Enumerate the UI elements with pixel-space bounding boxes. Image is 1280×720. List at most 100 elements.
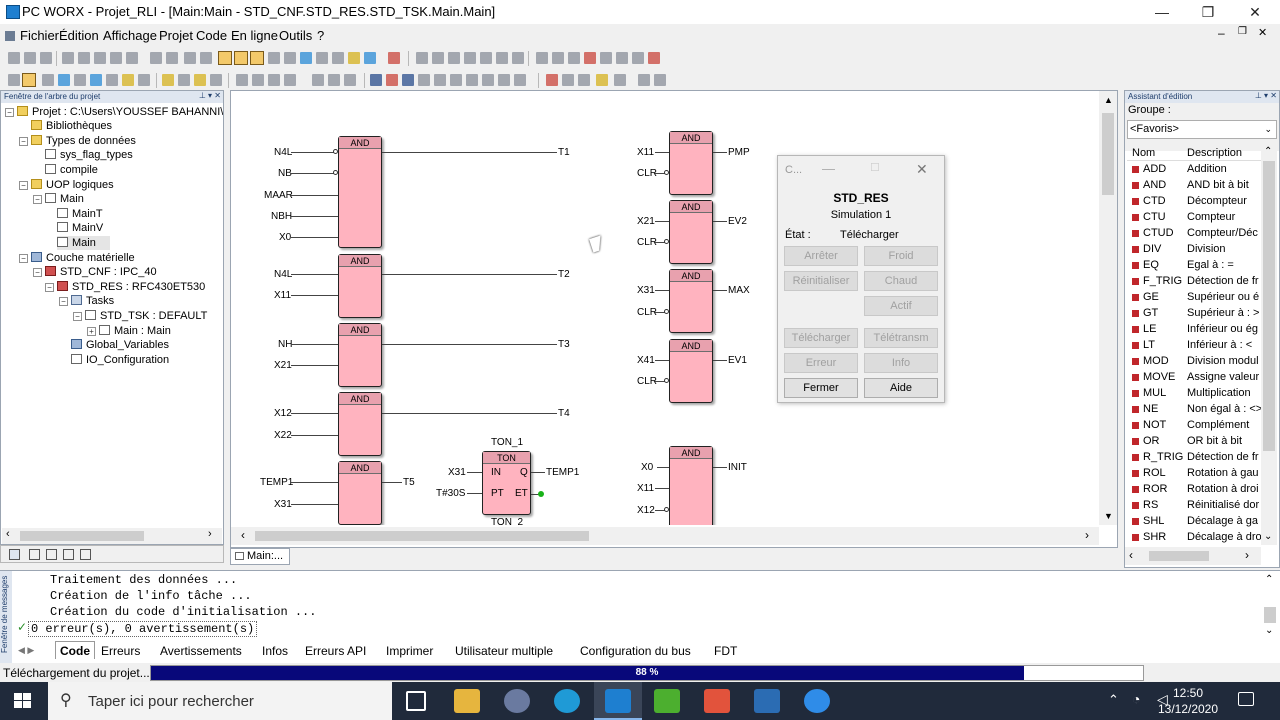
tree-item-libraries[interactable]: Bibliothèques <box>31 119 112 133</box>
tree-tab-icon[interactable] <box>9 549 20 560</box>
menu-help[interactable]: ? <box>317 28 324 43</box>
scroll-right-icon[interactable]: › <box>1085 528 1089 542</box>
taskbar-search-box[interactable]: ⚲ Taper ici pour rechercher <box>48 682 392 720</box>
layout-toggle-icon[interactable] <box>234 51 248 65</box>
tab-nav-icon[interactable]: ◀ ▶ <box>18 645 34 656</box>
list-item[interactable]: NE Non égal à : <> <box>1127 401 1263 417</box>
list-item[interactable]: SHL Décalage à ga <box>1127 513 1263 529</box>
task-view-icon[interactable] <box>406 691 426 711</box>
list-item[interactable]: MOVE Assigne valeur <box>1127 369 1263 385</box>
panel-pin-icon[interactable]: ⊥ ▾ ✕ <box>199 91 221 100</box>
tab-infos[interactable]: Infos <box>262 642 288 660</box>
scroll-right-icon[interactable]: › <box>1245 548 1249 562</box>
tree-horizontal-scrollbar[interactable]: ‹ › <box>2 528 222 544</box>
tab-bus-config[interactable]: Configuration du bus <box>580 642 691 660</box>
scroll-up-icon[interactable]: ⌃ <box>1265 574 1273 585</box>
active-button[interactable]: Actif <box>864 296 938 316</box>
library-horizontal-scrollbar[interactable]: ‹ › <box>1125 547 1261 565</box>
tree-tab-icon[interactable] <box>80 549 91 560</box>
tree-item-io-configuration[interactable]: IO_Configuration <box>71 353 169 367</box>
tree-item-datatypes[interactable]: − Types de données <box>19 134 136 148</box>
tab-plc-errors[interactable]: Erreurs API <box>305 642 366 660</box>
editor-tab[interactable]: Main:... <box>230 548 290 565</box>
dialog-maximize-icon[interactable]: ☐ <box>870 161 880 174</box>
mdi-restore-icon[interactable]: ❐ <box>1238 26 1247 37</box>
library-vertical-scrollbar[interactable]: ⌃ ⌄ <box>1261 145 1277 545</box>
scroll-thumb[interactable] <box>1149 551 1209 561</box>
scroll-right-icon[interactable]: › <box>208 528 212 540</box>
tree-item-maint[interactable]: MainT <box>57 207 103 221</box>
scroll-thumb[interactable] <box>1102 113 1114 195</box>
list-item[interactable]: SHR Décalage à dro <box>1127 529 1263 545</box>
list-item[interactable]: GE Supérieur ou é <box>1127 289 1263 305</box>
tree-item-compile[interactable]: compile <box>45 163 98 177</box>
list-item[interactable]: DIV Division <box>1127 241 1263 257</box>
scroll-left-icon[interactable]: ‹ <box>1129 548 1133 562</box>
document-icon[interactable] <box>5 31 15 41</box>
chevron-up-icon[interactable]: ⌃ <box>1108 692 1119 708</box>
tree-item-pou[interactable]: − UOP logiques <box>19 178 114 192</box>
dialog-minimize-icon[interactable]: — <box>822 161 835 176</box>
recorder-icon[interactable] <box>704 689 730 713</box>
list-item[interactable]: F_TRIG Détection de fr <box>1127 273 1263 289</box>
list-item[interactable]: ROR Rotation à droi <box>1127 481 1263 497</box>
error-button[interactable]: Erreur <box>784 353 858 373</box>
tab-fdt[interactable]: FDT <box>714 642 737 660</box>
scroll-thumb[interactable] <box>1263 161 1275 451</box>
tree-item-global-variables[interactable]: Global_Variables <box>71 338 169 352</box>
and-block[interactable]: AND <box>338 136 382 248</box>
tree-tab-icon[interactable] <box>63 549 74 560</box>
tree-item-main-pou[interactable]: − Main <box>33 192 84 206</box>
dialog-close-icon[interactable]: ✕ <box>916 161 928 178</box>
list-item[interactable]: MUL Multiplication <box>1127 385 1263 401</box>
group-dropdown[interactable]: <Favoris> ⌄ <box>1127 120 1277 139</box>
menu-fichier[interactable]: Fichier <box>20 28 59 43</box>
edge-icon[interactable] <box>554 689 580 713</box>
reset-button[interactable]: Réinitialiser <box>784 271 858 291</box>
menu-outils[interactable]: Outils <box>279 28 312 43</box>
help-button[interactable]: Aide <box>864 378 938 398</box>
tree-item-mainv[interactable]: MainV <box>57 221 103 235</box>
list-item[interactable]: CTD Décompteur <box>1127 193 1263 209</box>
app-icon[interactable] <box>504 689 530 713</box>
tree-item-hardware[interactable]: − Couche matérielle <box>19 251 135 265</box>
menu-projet[interactable]: Projet <box>159 28 193 43</box>
tree-tab-icon[interactable] <box>29 549 40 560</box>
download-button[interactable]: Télécharger <box>784 328 858 348</box>
zoom-icon[interactable] <box>804 689 830 713</box>
stop-button[interactable]: Arrêter <box>784 246 858 266</box>
tree-item-std-tsk[interactable]: − STD_TSK : DEFAULT <box>73 309 207 323</box>
scroll-up-icon[interactable]: ⌃ <box>1264 146 1272 157</box>
tree-item-main-code[interactable]: Main <box>57 236 110 250</box>
scroll-up-icon[interactable]: ▲ <box>1104 95 1113 105</box>
scroll-left-icon[interactable]: ‹ <box>6 528 10 540</box>
info-button[interactable]: Info <box>864 353 938 373</box>
cold-button[interactable]: Froid <box>864 246 938 266</box>
tab-warnings[interactable]: Avertissements <box>160 642 242 660</box>
windows-start-icon[interactable] <box>14 693 32 709</box>
list-item[interactable]: MOD Division modul <box>1127 353 1263 369</box>
clock-date[interactable]: 13/12/2020 <box>1150 702 1226 716</box>
tab-print[interactable]: Imprimer <box>386 642 433 660</box>
list-item[interactable]: ROL Rotation à gau <box>1127 465 1263 481</box>
editor-horizontal-scrollbar[interactable]: ‹ › <box>231 527 1099 545</box>
output-vertical-scrollbar[interactable]: ⌃ ⌄ <box>1262 573 1278 639</box>
transfer-button[interactable]: Télétransm <box>864 328 938 348</box>
col-name[interactable]: Nom <box>1132 145 1155 161</box>
wifi-icon[interactable]: ◔ <box>1132 691 1140 707</box>
tree-item-tasks[interactable]: − Tasks <box>59 294 114 308</box>
menu-code[interactable]: Code <box>196 28 227 43</box>
warm-button[interactable]: Chaud <box>864 271 938 291</box>
list-item[interactable]: R_TRIG Détection de fr <box>1127 449 1263 465</box>
and-block[interactable]: AND <box>669 131 713 195</box>
tab-errors[interactable]: Erreurs <box>101 642 140 660</box>
scroll-thumb[interactable] <box>255 531 589 541</box>
clock-time[interactable]: 12:50 <box>1158 686 1218 700</box>
and-block[interactable]: AND <box>338 254 382 318</box>
menu-edition[interactable]: Édition <box>59 28 99 43</box>
pointer-mode-icon[interactable] <box>250 51 264 65</box>
scroll-thumb[interactable] <box>1264 607 1276 623</box>
and-block[interactable]: AND <box>669 446 713 525</box>
tab-code[interactable]: Code <box>55 641 95 659</box>
tree-item-std-cnf[interactable]: − STD_CNF : IPC_40 <box>33 265 157 279</box>
